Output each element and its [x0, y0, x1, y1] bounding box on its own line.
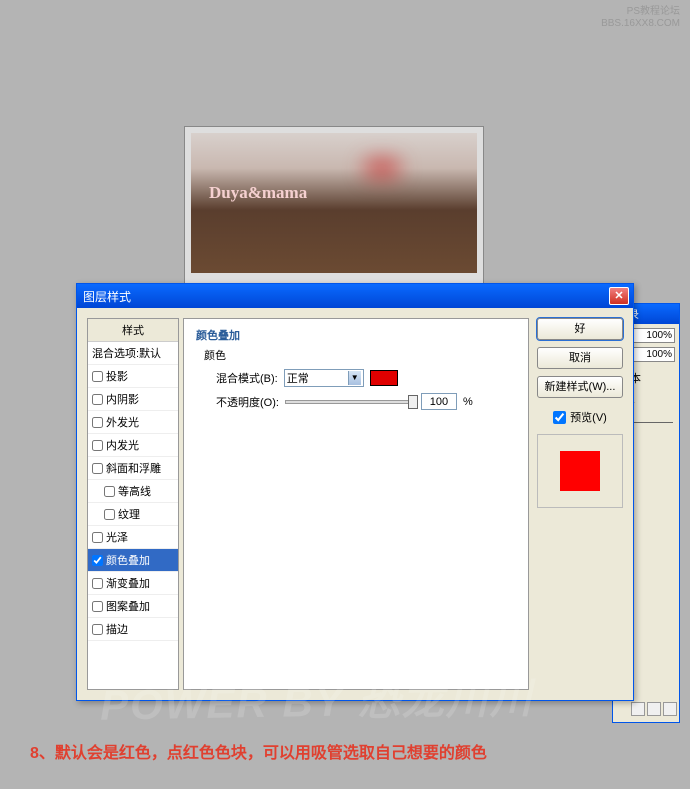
panel-icon-3[interactable]	[663, 702, 677, 716]
step-caption: 8、默认会是红色，点红色色块，可以用吸管选取自己想要的颜色	[30, 739, 487, 763]
chevron-down-icon: ▼	[348, 371, 361, 385]
style-item-4[interactable]: 内发光	[88, 434, 178, 457]
watermark-line2: BBS.16XX8.COM	[601, 18, 680, 30]
style-checkbox-8[interactable]	[92, 532, 103, 543]
cancel-button[interactable]: 取消	[537, 347, 623, 369]
dialog-title: 图层样式	[81, 288, 609, 305]
blend-mode-select[interactable]: 正常 ▼	[284, 369, 364, 387]
style-label-12: 描边	[106, 621, 128, 637]
style-item-8[interactable]: 光泽	[88, 526, 178, 549]
opacity-slider[interactable]	[285, 400, 415, 404]
styles-header[interactable]: 样式	[88, 319, 178, 342]
style-checkbox-6[interactable]	[104, 486, 115, 497]
blend-mode-value: 正常	[287, 370, 309, 386]
right-buttons: 好 取消 新建样式(W)... 预览(V)	[537, 318, 623, 690]
panel-icon-2[interactable]	[647, 702, 661, 716]
style-item-7[interactable]: 纹理	[88, 503, 178, 526]
opacity-unit: %	[463, 396, 473, 408]
style-label-8: 光泽	[106, 529, 128, 545]
blend-mode-row: 混合模式(B): 正常 ▼	[216, 369, 516, 387]
watermark-top: PS教程论坛 BBS.16XX8.COM	[601, 6, 680, 30]
style-label-3: 外发光	[106, 414, 139, 430]
preview-swatch[interactable]	[560, 451, 600, 491]
dialog-body: 样式 混合选项:默认投影内阴影外发光内发光斜面和浮雕等高线纹理光泽颜色叠加渐变叠…	[77, 308, 633, 700]
style-item-6[interactable]: 等高线	[88, 480, 178, 503]
dialog-titlebar[interactable]: 图层样式 ✕	[77, 284, 633, 308]
layer-style-dialog: 图层样式 ✕ 样式 混合选项:默认投影内阴影外发光内发光斜面和浮雕等高线纹理光泽…	[76, 283, 634, 701]
blend-mode-label: 混合模式(B):	[216, 370, 278, 386]
preview-checkbox-row[interactable]: 预览(V)	[537, 409, 623, 425]
style-label-7: 纹理	[118, 506, 140, 522]
style-checkbox-10[interactable]	[92, 578, 103, 589]
color-swatch[interactable]	[370, 370, 398, 386]
style-item-0[interactable]: 混合选项:默认	[88, 342, 178, 365]
preview-label: 预览(V)	[570, 409, 607, 425]
opacity-label: 不透明度(O):	[216, 394, 279, 410]
style-item-2[interactable]: 内阴影	[88, 388, 178, 411]
slider-thumb[interactable]	[408, 395, 418, 409]
style-item-3[interactable]: 外发光	[88, 411, 178, 434]
style-checkbox-12[interactable]	[92, 624, 103, 635]
new-style-button[interactable]: 新建样式(W)...	[537, 376, 623, 398]
style-item-9[interactable]: 颜色叠加	[88, 549, 178, 572]
style-checkbox-5[interactable]	[92, 463, 103, 474]
settings-panel: 颜色叠加 颜色 混合模式(B): 正常 ▼ 不透明度(O):	[183, 318, 529, 690]
style-checkbox-3[interactable]	[92, 417, 103, 428]
style-checkbox-11[interactable]	[92, 601, 103, 612]
style-checkbox-2[interactable]	[92, 394, 103, 405]
style-item-1[interactable]: 投影	[88, 365, 178, 388]
close-button[interactable]: ✕	[609, 287, 629, 305]
style-label-4: 内发光	[106, 437, 139, 453]
opacity-row: 不透明度(O): %	[216, 393, 516, 410]
style-label-11: 图案叠加	[106, 598, 150, 614]
style-label-9: 颜色叠加	[106, 552, 150, 568]
photo-area: Duya&mama	[191, 133, 477, 273]
preview-box	[537, 434, 623, 508]
style-item-12[interactable]: 描边	[88, 618, 178, 641]
opacity-input[interactable]	[421, 393, 457, 410]
style-label-2: 内阴影	[106, 391, 139, 407]
style-label-5: 斜面和浮雕	[106, 460, 161, 476]
section-title: 颜色叠加	[196, 327, 516, 343]
style-label-6: 等高线	[118, 483, 151, 499]
watermark-line1: PS教程论坛	[601, 6, 680, 18]
style-label-1: 投影	[106, 368, 128, 384]
preview-checkbox[interactable]	[553, 411, 566, 424]
style-label-10: 渐变叠加	[106, 575, 150, 591]
panel-icon-1[interactable]	[631, 702, 645, 716]
styles-list: 样式 混合选项:默认投影内阴影外发光内发光斜面和浮雕等高线纹理光泽颜色叠加渐变叠…	[87, 318, 179, 690]
subsection-title: 颜色	[204, 347, 516, 363]
style-item-5[interactable]: 斜面和浮雕	[88, 457, 178, 480]
style-item-10[interactable]: 渐变叠加	[88, 572, 178, 595]
style-checkbox-4[interactable]	[92, 440, 103, 451]
style-item-11[interactable]: 图案叠加	[88, 595, 178, 618]
ok-button[interactable]: 好	[537, 318, 623, 340]
style-checkbox-7[interactable]	[104, 509, 115, 520]
style-checkbox-9[interactable]	[92, 555, 103, 566]
panel-bottom-icons	[631, 702, 677, 716]
photo-watermark-text: Duya&mama	[209, 183, 307, 203]
style-checkbox-1[interactable]	[92, 371, 103, 382]
style-label-0: 混合选项:默认	[92, 345, 161, 361]
